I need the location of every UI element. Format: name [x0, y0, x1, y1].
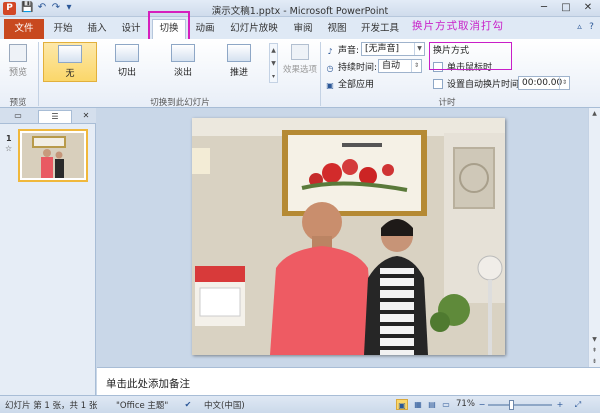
apply-all-button[interactable]: ▣ 全部应用 — [325, 77, 374, 91]
previous-slide-icon[interactable]: ⇞ — [589, 345, 600, 356]
outline-tab-icon[interactable]: ▭ — [2, 110, 34, 123]
slideshow-view-icon[interactable]: ▭ — [440, 399, 452, 410]
tab-home[interactable]: 开始 — [48, 21, 78, 39]
thumbnail-photo — [22, 133, 84, 178]
effect-options-button[interactable]: 效果选项 — [282, 42, 318, 82]
auto-advance-time-input[interactable]: 00:00.00 ⇕ — [518, 76, 570, 90]
minimize-button[interactable]: ─ — [534, 1, 554, 15]
customize-qat-icon[interactable]: ▾ — [63, 2, 75, 14]
transition-none-icon — [58, 45, 82, 63]
reading-view-icon[interactable]: ▤ — [426, 399, 438, 410]
stepper-icon: ⇕ — [411, 60, 421, 72]
status-bar: 幻灯片 第 1 张，共 1 张 "Office 主题" ✔ 中文(中国) ▣ ▦… — [0, 395, 600, 413]
zoom-slider-track[interactable] — [488, 404, 552, 406]
tab-highlight-annotation — [148, 11, 190, 41]
fit-to-window-icon[interactable]: ⤢ — [572, 399, 584, 410]
tab-slideshow[interactable]: 幻灯片放映 — [224, 21, 284, 39]
transition-fade-button[interactable]: 淡出 — [157, 42, 209, 82]
undo-icon[interactable]: ↶ — [36, 2, 48, 14]
tab-design[interactable]: 设计 — [116, 21, 146, 39]
zoom-level[interactable]: 71% — [456, 399, 475, 409]
window-title: 演示文稿1.pptx - Microsoft PowerPoint — [211, 6, 389, 17]
transition-fade-icon — [171, 44, 195, 62]
transition-push-button[interactable]: 推进 — [213, 42, 265, 82]
transition-push-icon — [227, 44, 251, 62]
gallery-scroll[interactable]: ▲ ▼ ▾ — [269, 43, 278, 83]
duration-input[interactable]: 自动 ⇕ — [378, 59, 422, 73]
zoom-in-icon[interactable]: + — [554, 399, 566, 410]
slides-tab-icon[interactable]: ☰ — [38, 110, 72, 123]
scroll-up-icon[interactable]: ▲ — [589, 108, 600, 119]
slide-count-status: 幻灯片 第 1 张，共 1 张 — [5, 401, 98, 411]
transition-cut-button[interactable]: 切出 — [101, 42, 153, 82]
scroll-down-icon[interactable]: ▼ — [589, 334, 600, 345]
slide-photo-image — [192, 118, 505, 355]
preview-button[interactable]: 预览 — [0, 42, 36, 82]
tab-insert[interactable]: 插入 — [82, 21, 112, 39]
slide-thumbnail[interactable] — [18, 129, 88, 182]
checkbox-box[interactable] — [433, 79, 443, 89]
clock-icon: ◷ — [326, 64, 334, 73]
chevron-down-icon: ▼ — [414, 43, 424, 55]
close-button[interactable]: ✕ — [578, 1, 598, 15]
transition-none-button[interactable]: 无 — [43, 42, 97, 82]
duration-label: ◷ 持续时间: — [326, 63, 378, 73]
group-label-preview: 预览 — [9, 98, 27, 108]
apply-all-icon: ▣ — [326, 81, 334, 90]
transition-star-icon: ☆ — [5, 144, 13, 153]
redo-icon[interactable]: ↷ — [50, 2, 62, 14]
sound-icon: ♪ — [327, 47, 333, 56]
slide-sorter-icon[interactable]: ▦ — [412, 399, 424, 410]
group-separator — [38, 42, 39, 106]
maximize-button[interactable]: □ — [556, 1, 576, 15]
group-label-timing: 计时 — [438, 98, 456, 108]
tab-animations[interactable]: 动画 — [190, 21, 220, 39]
notes-placeholder[interactable]: 单击此处添加备注 — [106, 376, 190, 391]
zoom-out-icon[interactable]: − — [476, 399, 488, 410]
slides-panel: ▭ ☰ ✕ 1 ☆ — [0, 108, 96, 395]
next-slide-icon[interactable]: ⇟ — [589, 356, 600, 367]
group-label-transitions: 切换到此幻灯片 — [150, 98, 210, 108]
tab-file[interactable]: 文件 — [4, 19, 44, 39]
vertical-scrollbar[interactable]: ▲ ▼ ⇞ ⇟ — [588, 108, 600, 367]
help-icon[interactable]: ? — [586, 22, 597, 33]
language-status[interactable]: 中文(中国) — [204, 399, 245, 411]
ribbon-collapse-icon[interactable]: ▵ — [574, 22, 585, 33]
save-icon[interactable]: 💾 — [21, 2, 33, 14]
preview-icon — [9, 44, 27, 62]
notes-pane[interactable]: 单击此处添加备注 — [97, 367, 600, 395]
powerpoint-app-icon[interactable]: P — [3, 2, 16, 15]
effect-options-icon — [291, 44, 309, 60]
panel-tabs: ▭ ☰ ✕ — [0, 108, 96, 124]
slide-photo[interactable] — [192, 118, 505, 355]
thumbnail-photo-image — [22, 133, 84, 178]
slide-number: 1 — [6, 134, 12, 143]
spellcheck-icon[interactable]: ✔ — [182, 399, 194, 410]
advance-highlight-annotation — [429, 42, 512, 70]
zoom-slider-thumb[interactable] — [509, 400, 514, 410]
tab-developer[interactable]: 开发工具 — [358, 21, 402, 39]
annotation-text: 换片方式取消打勾 — [412, 20, 504, 32]
sound-label: ♪ 声音: — [325, 43, 359, 57]
transition-cut-icon — [115, 44, 139, 62]
stepper-icon: ⇕ — [559, 77, 569, 89]
ribbon-tab-row: 文件 开始 插入 设计 切换 动画 幻灯片放映 审阅 视图 开发工具 — [0, 17, 600, 39]
auto-advance-checkbox[interactable]: 设置自动换片时间: — [433, 77, 522, 90]
title-bar: P 💾 ↶ ↷ ▾ 演示文稿1.pptx - Microsoft PowerPo… — [0, 0, 600, 17]
group-separator — [320, 42, 321, 106]
tab-review[interactable]: 审阅 — [288, 21, 318, 39]
sound-combo[interactable]: [无声音] ▼ — [361, 42, 425, 56]
close-panel-icon[interactable]: ✕ — [80, 110, 92, 123]
tab-view[interactable]: 视图 — [322, 21, 352, 39]
normal-view-icon[interactable]: ▣ — [396, 399, 408, 410]
theme-status: "Office 主题" — [116, 401, 169, 411]
